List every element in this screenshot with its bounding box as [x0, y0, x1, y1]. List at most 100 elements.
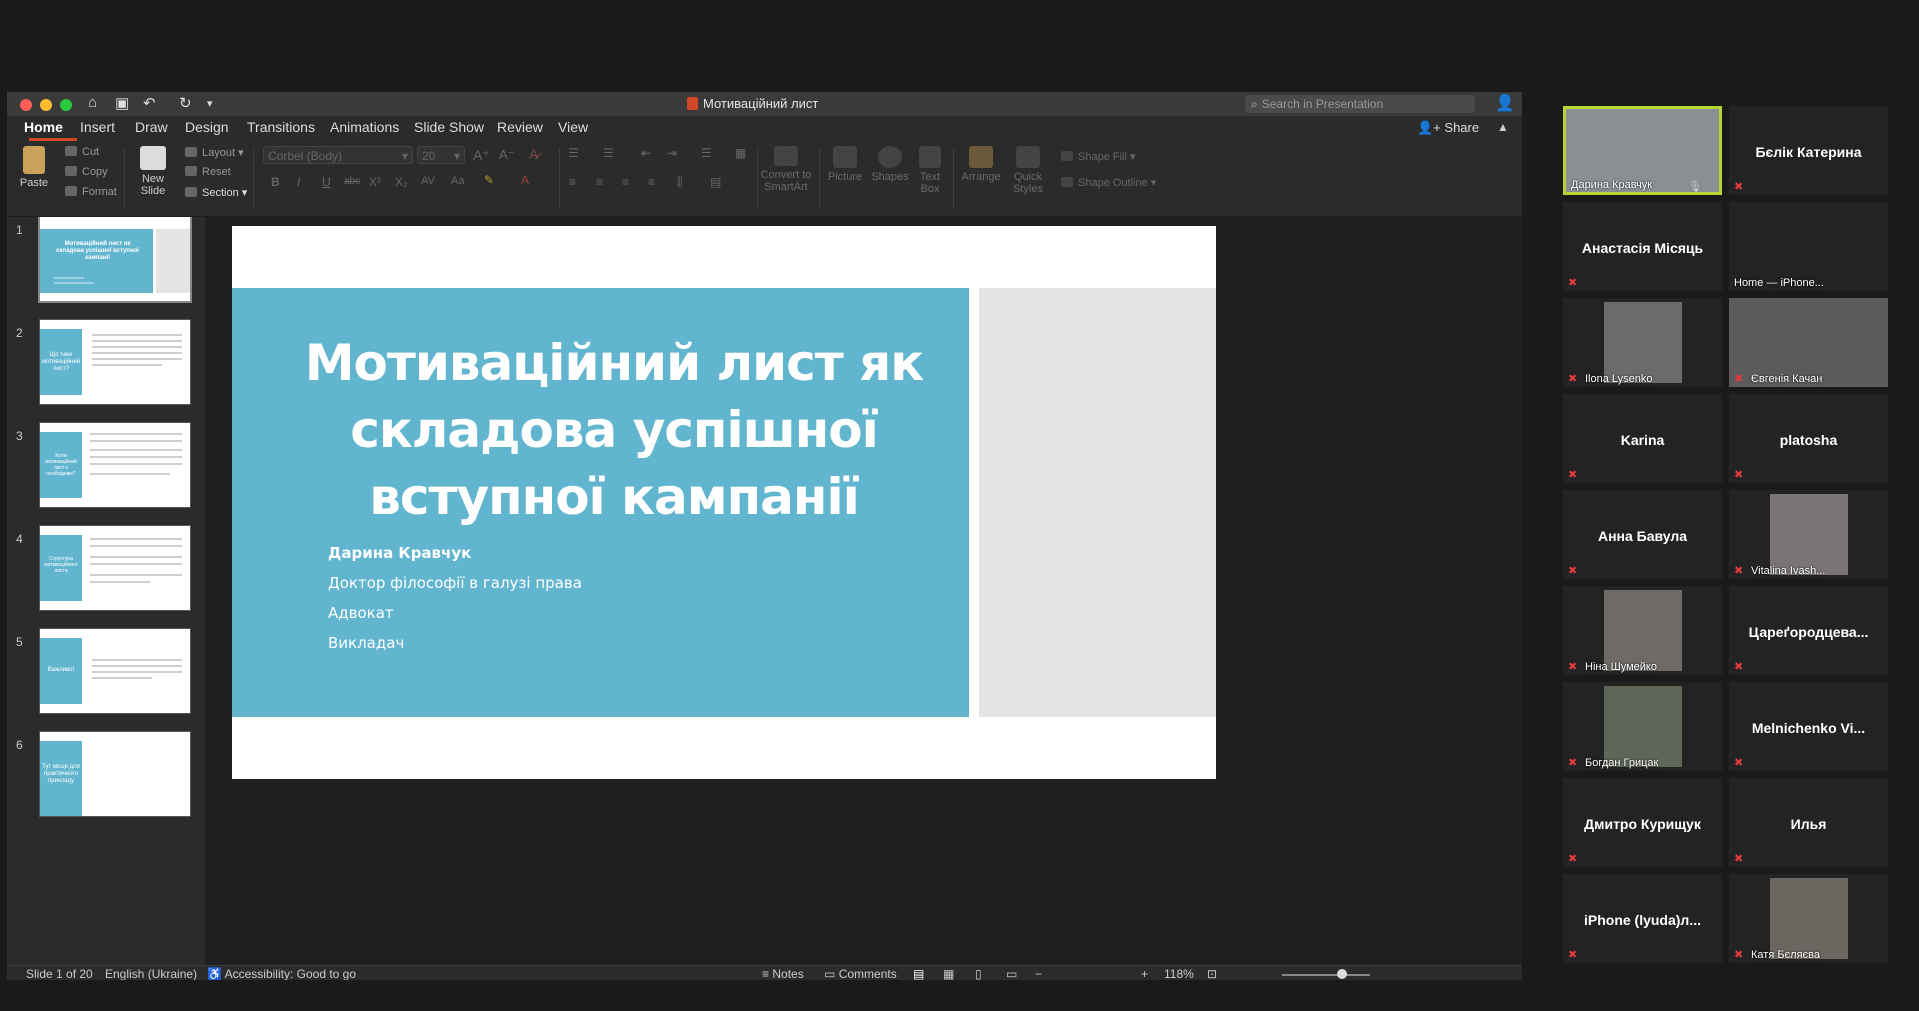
tab-design[interactable]: Design [185, 119, 229, 135]
shape-outline-button[interactable]: Shape Outline ▾ [1061, 176, 1156, 189]
minimize-window-button[interactable] [40, 99, 52, 111]
tab-review[interactable]: Review [497, 119, 543, 135]
share-button[interactable]: 👤+ Share [1417, 120, 1479, 136]
participant-tile[interactable]: ✖ Катя Бєляєва [1729, 874, 1888, 963]
tab-draw[interactable]: Draw [135, 119, 168, 135]
decrease-font-icon[interactable]: A⁻ [499, 147, 515, 163]
justify-icon[interactable]: ≡ [648, 175, 655, 189]
shape-fill-button[interactable]: Shape Fill ▾ [1061, 150, 1136, 163]
text-box-button[interactable]: Text Box [916, 146, 944, 195]
reset-button[interactable]: Reset [185, 166, 231, 178]
normal-view-icon[interactable]: ▤ [913, 967, 924, 980]
bold-icon[interactable]: B [271, 175, 280, 189]
clear-formatting-icon[interactable]: A̷ [529, 146, 538, 162]
slide-thumbnail-4[interactable]: Структура мотиваційного листа [40, 526, 190, 610]
format-painter-button[interactable]: Format [65, 186, 117, 198]
close-window-button[interactable] [20, 99, 32, 111]
tab-transitions[interactable]: Transitions [247, 119, 315, 135]
convert-smartart-button[interactable]: Convert to SmartArt [759, 146, 813, 193]
section-button[interactable]: Section ▾ [185, 186, 247, 199]
change-case-icon[interactable]: Aa [451, 175, 464, 187]
align-right-icon[interactable]: ≡ [622, 175, 629, 189]
slide-thumbnail-3[interactable]: Коли мотиваційний лист є необхідним? [40, 423, 190, 507]
font-size-select[interactable]: 20 ▾ [417, 146, 465, 164]
highlight-icon[interactable]: ✎ [484, 173, 494, 187]
tab-slide-show[interactable]: Slide Show [414, 119, 484, 135]
cut-button[interactable]: Cut [65, 146, 99, 158]
author-role-2[interactable]: Викладач [328, 634, 404, 652]
participant-tile[interactable]: Дмитро Курищук ✖ [1563, 778, 1722, 867]
reading-view-icon[interactable]: ▯ [975, 967, 982, 980]
decrease-indent-icon[interactable]: ⇤ [641, 146, 651, 160]
participant-tile[interactable]: Анастасія Місяць ✖ [1563, 202, 1722, 291]
increase-indent-icon[interactable]: ⇥ [667, 146, 677, 160]
slide-show-icon[interactable]: ▭ [1006, 967, 1017, 980]
quick-styles-button[interactable]: Quick Styles [1009, 146, 1047, 195]
zoom-out-icon[interactable]: − [1035, 967, 1042, 980]
align-left-icon[interactable]: ≡ [569, 175, 576, 189]
font-color-icon[interactable]: A [521, 173, 529, 187]
participant-tile[interactable]: Home — iPhone... [1729, 202, 1888, 291]
new-slide-button[interactable]: New Slide [131, 146, 175, 197]
slide-editor[interactable]: Мотиваційний лист як складова успішної в… [205, 217, 1522, 965]
align-text-icon[interactable]: ▤ [710, 175, 721, 189]
author-name[interactable]: Дарина Кравчук [328, 544, 471, 562]
comments-button[interactable]: ▭ Comments [824, 967, 897, 980]
participant-tile[interactable]: Бєлік Катерина ✖ [1729, 106, 1888, 195]
participant-tile[interactable]: 🎙 Дарина Кравчук [1563, 106, 1722, 195]
font-name-select[interactable]: Corbel (Body) ▾ [263, 146, 413, 164]
save-icon[interactable]: ▣ [115, 94, 129, 112]
notes-button[interactable]: ≡ Notes [762, 967, 804, 980]
participant-tile[interactable]: ✖ Ilona Lysenko [1563, 298, 1722, 387]
numbering-icon[interactable]: ☰ [603, 146, 614, 160]
arrange-button[interactable]: Arrange [960, 146, 1002, 183]
tab-home[interactable]: Home [24, 119, 63, 135]
undo-icon[interactable]: ↶ [143, 94, 156, 112]
search-input[interactable]: ⌕ Search in Presentation [1245, 95, 1475, 113]
columns-icon[interactable]: ▦ [735, 146, 746, 160]
home-icon[interactable]: ⌂ [88, 94, 97, 111]
text-direction-icon[interactable]: ⫼ [677, 175, 683, 190]
participant-tile[interactable]: Melnichenko Vi... ✖ [1729, 682, 1888, 771]
participant-tile[interactable]: platosha ✖ [1729, 394, 1888, 483]
redo-icon[interactable]: ↻ [179, 94, 192, 112]
collapse-ribbon-icon[interactable]: ▲ [1497, 120, 1509, 134]
layout-button[interactable]: Layout ▾ [185, 146, 244, 159]
participant-tile[interactable]: Анна Бавула ✖ [1563, 490, 1722, 579]
slide-title[interactable]: Мотиваційний лист як складова успішної в… [302, 330, 926, 531]
participant-tile[interactable]: ✖ Vitalina Ivash... [1729, 490, 1888, 579]
participant-tile[interactable]: iPhone (lyuda)л... ✖ [1563, 874, 1722, 963]
slide-canvas[interactable]: Мотиваційний лист як складова успішної в… [232, 226, 1216, 779]
italic-icon[interactable]: I [297, 175, 300, 189]
maximize-window-button[interactable] [60, 99, 72, 111]
fit-to-window-icon[interactable]: ⊡ [1207, 967, 1217, 980]
slide-thumbnail-6[interactable]: Тут місце для практичного прикладу [40, 732, 190, 816]
tab-insert[interactable]: Insert [80, 119, 115, 135]
participant-tile[interactable]: Цареґородцева... ✖ [1729, 586, 1888, 675]
participant-tile[interactable]: ✖ Ніна Шумейко [1563, 586, 1722, 675]
zoom-level[interactable]: 118% [1164, 967, 1194, 980]
align-center-icon[interactable]: ≡ [596, 175, 603, 189]
participant-tile[interactable]: Илья ✖ [1729, 778, 1888, 867]
bullets-icon[interactable]: ☰ [568, 146, 579, 160]
superscript-icon[interactable]: X² [369, 175, 381, 189]
language-indicator[interactable]: English (Ukraine) [105, 967, 197, 980]
line-spacing-icon[interactable]: ☰ [701, 146, 712, 160]
author-degree[interactable]: Доктор філософії в галузі права [328, 574, 582, 592]
character-spacing-icon[interactable]: AV [421, 175, 435, 187]
slide-thumbnail-2[interactable]: Що таке мотиваційний лист? [40, 320, 190, 404]
zoom-slider[interactable] [1282, 974, 1370, 976]
slide-sorter-icon[interactable]: ▦ [943, 967, 954, 980]
paste-button[interactable]: Paste [19, 146, 49, 189]
strikethrough-icon[interactable]: abc [344, 176, 360, 187]
tab-animations[interactable]: Animations [330, 119, 399, 135]
participant-tile[interactable]: ✖ Богдан Грицак [1563, 682, 1722, 771]
author-role-1[interactable]: Адвокат [328, 604, 394, 622]
shapes-button[interactable]: Shapes [870, 146, 910, 183]
profile-icon[interactable]: 👤 [1495, 93, 1515, 113]
slide-thumbnail-5[interactable]: Важливо! [40, 629, 190, 713]
underline-icon[interactable]: U [322, 175, 331, 189]
zoom-in-icon[interactable]: + [1141, 967, 1148, 980]
slide-thumbnail-1[interactable]: Мотиваційний лист як складова успішної в… [40, 217, 190, 301]
picture-button[interactable]: Picture [825, 146, 865, 183]
